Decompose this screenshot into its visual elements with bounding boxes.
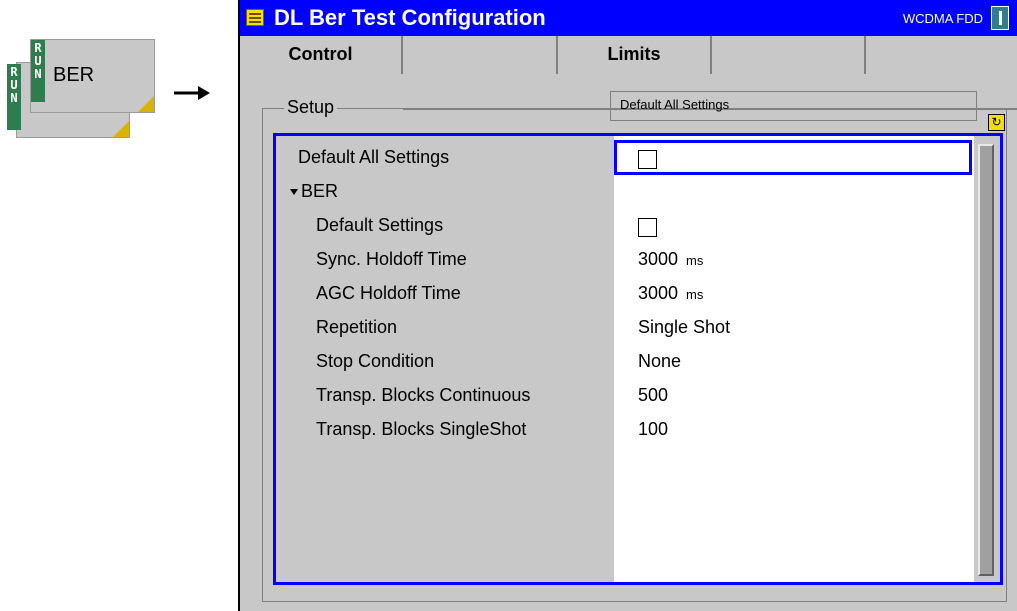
- scrollbar[interactable]: [974, 136, 1000, 582]
- row-label: AGC Holdoff Time: [316, 283, 461, 303]
- row-label: Sync. Holdoff Time: [316, 249, 467, 269]
- run-badge-back: R U N: [7, 64, 21, 130]
- section-label: BER: [301, 181, 339, 201]
- row-value[interactable]: Single Shot: [638, 317, 730, 338]
- value-unit: ms: [686, 253, 704, 268]
- row-label: Default Settings: [316, 215, 444, 235]
- row-default-all-settings[interactable]: Default All Settings: [276, 142, 974, 176]
- expand-triangle-icon: [290, 189, 298, 196]
- tab-limits[interactable]: Limits: [558, 36, 712, 74]
- run-letter: N: [34, 67, 42, 81]
- row-ber-section[interactable]: BER: [276, 176, 974, 210]
- run-badge: R U N: [31, 40, 45, 102]
- row-value[interactable]: 100: [638, 419, 668, 440]
- row-repetition[interactable]: Repetition Single Shot: [276, 312, 974, 346]
- tab-label: Limits: [607, 44, 661, 64]
- tab-label: Control: [288, 44, 353, 64]
- tab-empty-3[interactable]: [866, 36, 1017, 74]
- refresh-icon[interactable]: ↻: [988, 114, 1005, 131]
- section-header[interactable]: BER: [290, 181, 338, 202]
- default-settings-checkbox[interactable]: [638, 218, 657, 237]
- standard-label: WCDMA FDD: [902, 11, 983, 26]
- row-transp-blocks-singleshot[interactable]: Transp. Blocks SingleShot 100: [276, 414, 974, 448]
- value-number: 3000: [638, 283, 679, 303]
- tab-control[interactable]: Control: [240, 36, 403, 74]
- setup-status-field: Default All Settings: [610, 91, 977, 121]
- softkey-label: BER: [53, 64, 95, 86]
- tab-bar: Control Limits: [240, 36, 1017, 110]
- row-value[interactable]: None: [638, 351, 681, 372]
- scroll-thumb[interactable]: [978, 144, 994, 576]
- run-letter: N: [10, 91, 18, 105]
- setup-group-label: Setup: [284, 97, 338, 118]
- row-sync-holdoff-time[interactable]: Sync. Holdoff Time 3000 ms: [276, 244, 974, 278]
- row-value[interactable]: 3000 ms: [638, 249, 703, 270]
- value-unit: ms: [686, 287, 704, 302]
- softkey-back-corner: [113, 121, 129, 137]
- settings-table: Default All Settings BER Default Setting…: [273, 133, 1003, 585]
- title-bar: DL Ber Test Configuration WCDMA FDD: [240, 0, 1017, 36]
- default-all-settings-checkbox[interactable]: [638, 150, 657, 169]
- softkey-corner: [138, 96, 154, 112]
- menu-icon[interactable]: [246, 9, 264, 26]
- row-label: Stop Condition: [316, 351, 435, 371]
- screen: B R U N BER R U N DL Ber Test Configurat…: [0, 0, 1017, 611]
- row-label: Repetition: [316, 317, 398, 337]
- row-label: Default All Settings: [298, 147, 450, 167]
- row-transp-blocks-continuous[interactable]: Transp. Blocks Continuous 500: [276, 380, 974, 414]
- row-default-settings[interactable]: Default Settings: [276, 210, 974, 244]
- tab-empty-2[interactable]: [712, 36, 866, 74]
- row-agc-holdoff-time[interactable]: AGC Holdoff Time 3000 ms: [276, 278, 974, 312]
- row-value[interactable]: 500: [638, 385, 668, 406]
- row-label: Transp. Blocks SingleShot: [316, 419, 527, 439]
- value-number: 3000: [638, 249, 679, 269]
- config-window: DL Ber Test Configuration WCDMA FDD Cont…: [238, 0, 1017, 611]
- window-title: DL Ber Test Configuration: [274, 5, 546, 30]
- tab-empty-1[interactable]: [403, 36, 558, 74]
- signal-status-icon: [991, 6, 1009, 30]
- row-stop-condition[interactable]: Stop Condition None: [276, 346, 974, 380]
- row-label: Transp. Blocks Continuous: [316, 385, 531, 405]
- row-value[interactable]: 3000 ms: [638, 283, 703, 304]
- ber-softkey[interactable]: BER: [30, 39, 155, 113]
- arrow-right-icon: [174, 86, 210, 100]
